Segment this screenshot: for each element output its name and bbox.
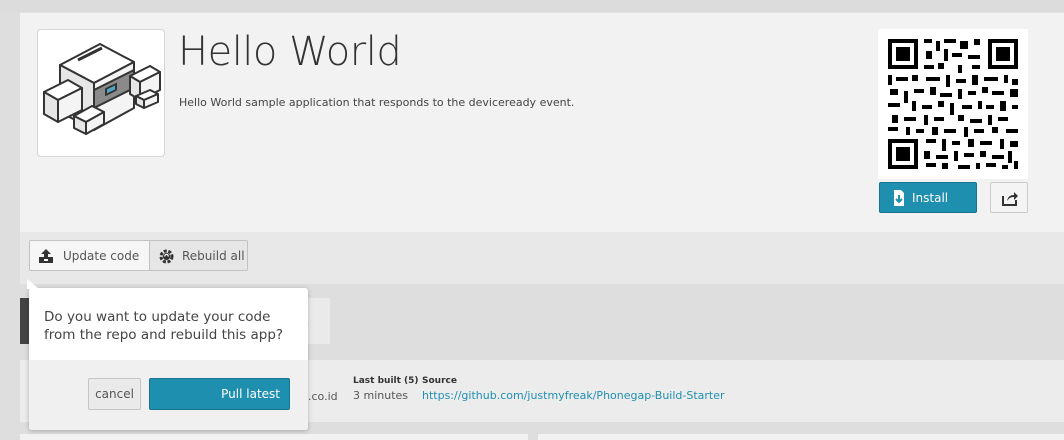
cancel-button[interactable]: cancel <box>88 378 141 410</box>
app-card: Hello World Hello World sample applicati… <box>20 12 1064 233</box>
popover-footer: cancel Pull latest <box>29 360 308 430</box>
source-column: Source https://github.com/justmyfreak/Ph… <box>422 376 725 402</box>
qr-code-icon <box>878 29 1028 179</box>
qr-code <box>878 29 1028 179</box>
install-button[interactable]: Install <box>879 182 977 213</box>
download-file-icon <box>894 190 904 206</box>
last-built-column: Last built (5) 3 minutes <box>353 376 419 402</box>
last-built-label: Last built (5) <box>353 376 419 386</box>
source-link[interactable]: https://github.com/justmyfreak/Phonegap-… <box>422 389 725 402</box>
toolbar: Update code Rebuild all <box>20 232 1064 284</box>
robot-icon <box>43 43 161 135</box>
update-code-button[interactable]: Update code <box>29 240 159 271</box>
bottom-card-left <box>20 434 528 440</box>
last-built-value: 3 minutes <box>353 389 409 402</box>
gear-refresh-icon <box>159 249 174 264</box>
rebuild-all-button[interactable]: Rebuild all <box>149 240 248 271</box>
popover-arrow <box>27 279 39 289</box>
app-title: Hello World <box>178 29 402 75</box>
owner-fragment: .co.id <box>308 390 338 403</box>
share-icon <box>1002 192 1018 206</box>
update-code-popover: Do you want to update your code from the… <box>27 279 308 430</box>
app-description: Hello World sample application that resp… <box>179 96 575 109</box>
share-button[interactable] <box>990 182 1028 213</box>
update-code-label: Update code <box>63 249 140 263</box>
upload-icon <box>39 249 53 263</box>
rebuild-all-label: Rebuild all <box>182 249 245 263</box>
app-icon <box>37 29 165 157</box>
install-label: Install <box>912 191 949 205</box>
popover-message: Do you want to update your code from the… <box>44 309 284 343</box>
bottom-card-right <box>538 434 1064 440</box>
source-label: Source <box>422 376 457 386</box>
top-strip <box>0 0 1064 12</box>
pull-latest-button[interactable]: Pull latest <box>149 378 290 410</box>
